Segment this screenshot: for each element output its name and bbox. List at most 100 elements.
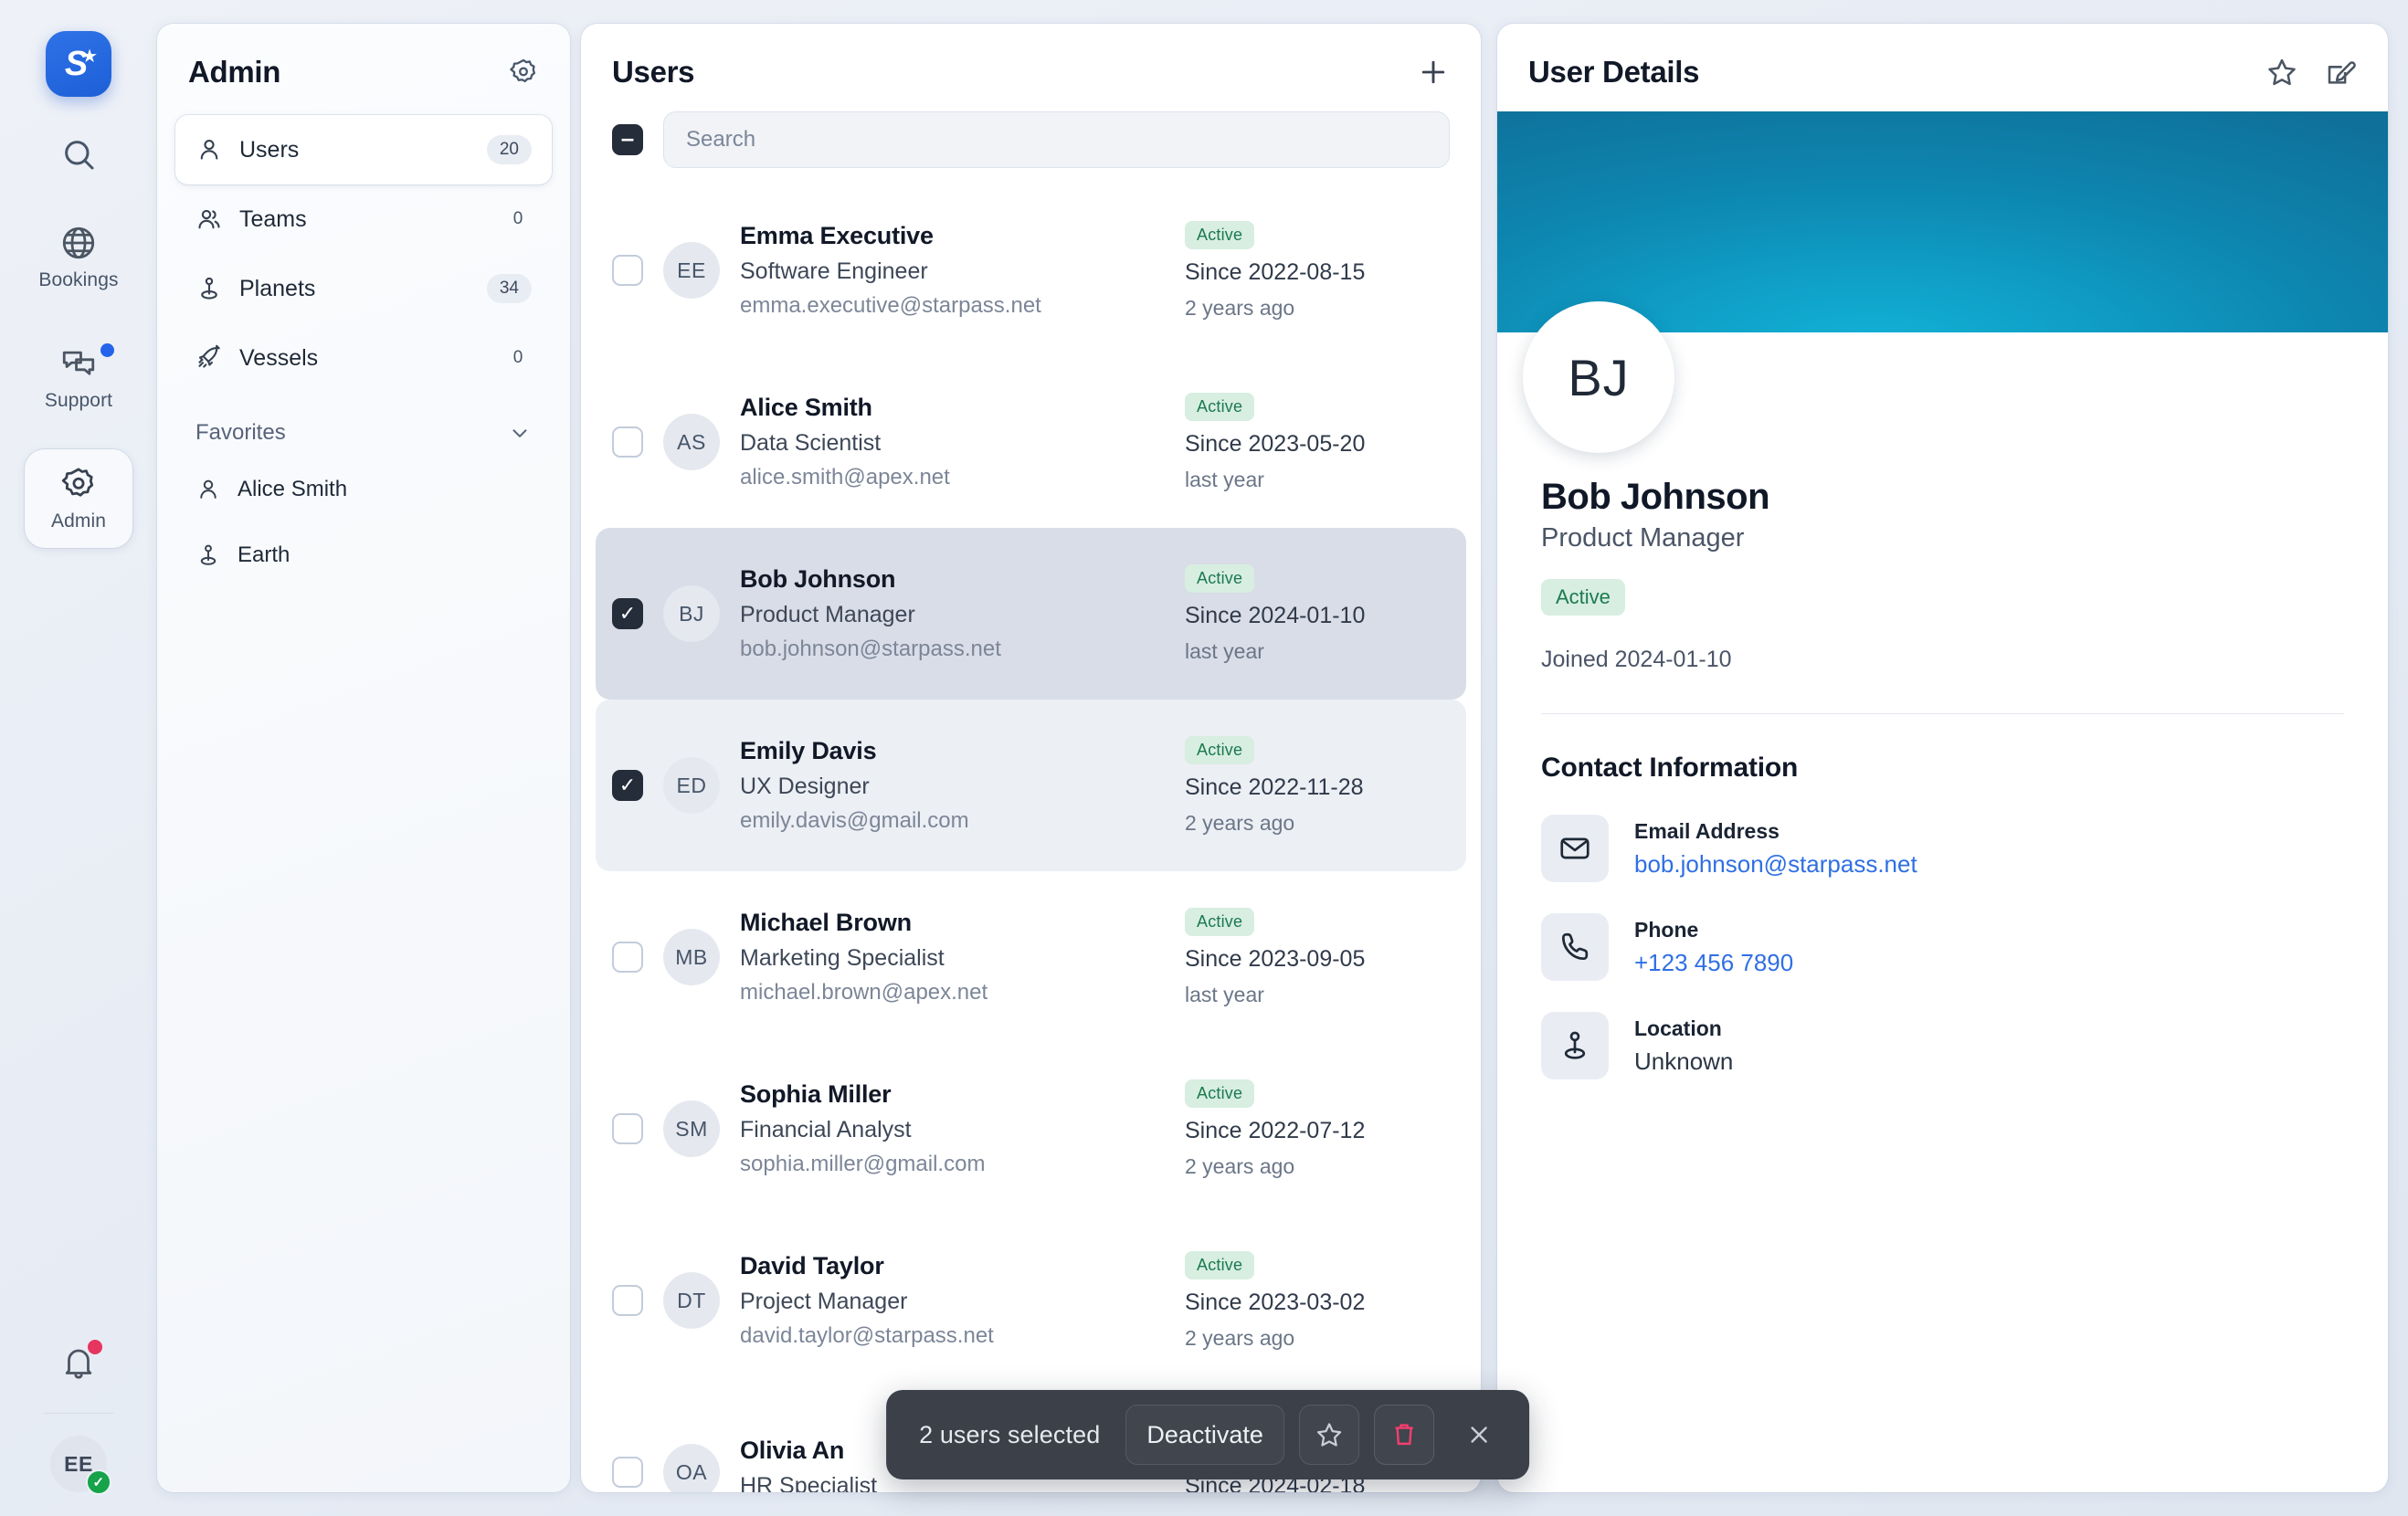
row-checkbox[interactable]: ✓ [612,770,643,801]
chevron-down-icon [508,421,532,445]
delete-selected-button[interactable] [1373,1405,1434,1465]
table-row[interactable]: ✓ BJ Bob Johnson Product Manager bob.joh… [596,528,1466,700]
rail-item-admin[interactable]: Admin [25,449,132,548]
profile-avatar: BJ [1523,301,1674,453]
sidebar-item-count: 0 [512,209,523,228]
account-avatar[interactable]: EE ✓ [50,1436,111,1495]
user-meta: Active Since 2024-01-10 last year [1185,563,1450,664]
rail-item-label: Bookings [38,269,119,290]
user-info: Sophia Miller Financial Analyst sophia.m… [740,1080,1165,1177]
user-meta: Active Since 2022-11-28 2 years ago [1185,735,1450,836]
favorite-item-earth[interactable]: Earth [157,522,570,588]
row-checkbox[interactable]: ✓ [612,598,643,629]
favorite-item-alice-smith[interactable]: Alice Smith [157,457,570,522]
details-header-actions [2265,56,2357,89]
contact-value[interactable]: +123 456 7890 [1634,949,1793,977]
contact-information-section: Contact Information Email Address bob.jo… [1497,714,2388,1079]
favorite-selected-button[interactable] [1298,1405,1359,1465]
row-checkbox[interactable] [612,1285,643,1316]
left-nav-rail: S ★ Bookings Support Admin EE ✓ [0,0,157,1516]
status-badge: Active [1541,579,1625,616]
users-search-row: – [581,111,1481,184]
avatar-initials: OA [675,1459,708,1484]
admin-settings-button[interactable] [508,57,539,88]
row-checkbox[interactable] [612,426,643,458]
globe-icon [59,224,98,262]
close-toolbar-button[interactable] [1449,1405,1509,1465]
sidebar-item-vessels[interactable]: Vessels 0 [175,323,552,393]
rail-item-bookings[interactable]: Bookings [25,208,132,307]
contact-value: Unknown [1634,1047,1734,1075]
rail-item-label: Support [44,390,113,411]
user-info: Michael Brown Marketing Specialist micha… [740,909,1165,1005]
users-panel-header: Users [581,24,1481,111]
pin-icon [1541,1012,1609,1079]
user-email: emily.davis@gmail.com [740,808,969,833]
row-checkbox[interactable] [612,1113,643,1144]
table-row[interactable]: DT David Taylor Project Manager david.ta… [596,1215,1466,1386]
select-all-checkbox[interactable]: – [612,124,643,155]
user-since: Since 2023-09-05 [1185,945,1366,972]
unread-dot-icon [100,343,114,357]
user-since: Since 2024-01-10 [1185,602,1366,628]
user-icon [195,136,223,163]
sidebar-item-label: Teams [239,205,307,232]
phone-icon [1541,913,1609,981]
status-badge: Active [1185,392,1255,421]
row-checkbox[interactable] [612,255,643,286]
gear-icon [59,465,98,503]
avatar-initials: AS [677,429,706,454]
user-since: Since 2022-11-28 [1185,774,1364,800]
profile-avatar-initials: BJ [1568,348,1630,406]
favorites-section-header[interactable]: Favorites [157,393,570,457]
users-panel-title: Users [612,55,695,89]
avatar: BJ [663,585,720,642]
user-name: Emily Davis [740,737,877,764]
status-badge: Active [1185,563,1255,593]
sidebar-item-teams[interactable]: Teams 0 [175,184,552,254]
sidebar-item-label: Users [239,136,300,163]
table-row[interactable]: ✓ ED Emily Davis UX Designer emily.davis… [596,700,1466,871]
favorites-label: Favorites [195,420,286,445]
contact-value[interactable]: bob.johnson@starpass.net [1634,850,1917,879]
notifications-button[interactable] [42,1327,115,1400]
contact-text: Location Unknown [1634,1016,1733,1076]
check-icon: ✓ [618,774,637,796]
favorite-button[interactable] [2265,56,2298,89]
search-input[interactable] [663,111,1450,168]
minus-icon: – [620,124,635,152]
edit-button[interactable] [2324,56,2357,89]
user-info: Emma Executive Software Engineer emma.ex… [740,222,1165,319]
user-role: Data Scientist [740,430,882,456]
deactivate-button[interactable]: Deactivate [1125,1405,1284,1465]
table-row[interactable]: AS Alice Smith Data Scientist alice.smit… [596,356,1466,528]
notification-dot-icon [88,1340,102,1354]
user-icon [195,477,221,502]
table-row[interactable]: MB Michael Brown Marketing Specialist mi… [596,871,1466,1043]
user-info: Alice Smith Data Scientist alice.smith@a… [740,394,1165,490]
user-info: Emily Davis UX Designer emily.davis@gmai… [740,737,1165,834]
app-logo[interactable]: S ★ [46,31,111,97]
chat-bubbles-icon [59,344,98,383]
row-checkbox[interactable] [612,1457,643,1488]
user-relative-time: last year [1185,982,1264,1006]
user-role: UX Designer [740,774,870,799]
row-checkbox[interactable] [612,942,643,973]
table-row[interactable]: EE Emma Executive Software Engineer emma… [596,184,1466,356]
sidebar-item-users[interactable]: Users 20 [175,115,552,184]
users-panel: Users – EE Emma Ex [581,24,1481,1492]
user-email: bob.johnson@starpass.net [740,637,1001,661]
user-name: David Taylor [740,1252,884,1279]
user-email: alice.smith@apex.net [740,465,950,490]
add-user-button[interactable] [1417,56,1450,89]
contact-label: Phone [1634,917,1699,942]
rail-item-support[interactable]: Support [25,329,132,427]
user-relative-time: 2 years ago [1185,1325,1295,1350]
sidebar-item-planets[interactable]: Planets 34 [175,254,552,323]
panels-container: Admin Users 20 Teams 0 Planets 34 Vessel… [157,0,2408,1516]
table-row[interactable]: SM Sophia Miller Financial Analyst sophi… [596,1043,1466,1215]
deactivate-label: Deactivate [1146,1420,1263,1448]
contact-item-location: Location Unknown [1541,1012,2344,1079]
avatar-initials: ED [676,773,707,797]
rail-search-button[interactable] [47,122,111,186]
